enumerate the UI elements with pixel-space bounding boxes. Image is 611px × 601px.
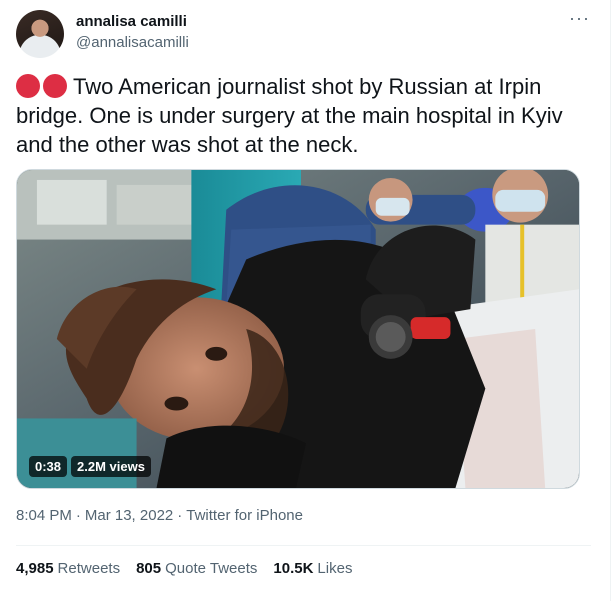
engagement-stats: 4,985 Retweets 805 Quote Tweets 10.5K Likes [16,560,368,577]
meta-separator: · [177,507,183,524]
video-player[interactable]: 0:38 2.2M views [16,169,580,489]
author-handle[interactable]: @annalisacamilli [76,34,189,51]
tweet-time[interactable]: 8:04 PM [16,507,72,524]
tweet-card: annalisa camilli @annalisacamilli ··· Tw… [0,0,611,601]
red-circle-icon [16,74,40,98]
author-display-name[interactable]: annalisa camilli [76,13,187,30]
retweets-stat[interactable]: 4,985 Retweets [16,560,120,577]
tweet-text: Two American journalist shot by Russian … [16,72,591,159]
video-badges: 0:38 2.2M views [29,456,151,477]
video-duration: 0:38 [29,456,68,477]
tweet-body: Two American journalist shot by Russian … [16,74,563,157]
video-frame [17,170,579,488]
red-circle-icon [43,74,67,98]
likes-stat[interactable]: 10.5K Likes [273,560,352,577]
divider [16,545,591,546]
tweet-date[interactable]: Mar 13, 2022 [85,507,173,524]
video-views: 2.2M views [71,456,151,477]
tweet-source[interactable]: Twitter for iPhone [186,507,303,524]
tweet-metadata: 8:04 PM · Mar 13, 2022 · Twitter for iPhone [16,507,303,524]
avatar[interactable] [16,10,64,58]
quote-tweets-stat[interactable]: 805 Quote Tweets [136,560,257,577]
meta-separator: · [75,507,81,524]
more-options-icon[interactable]: ··· [569,9,590,27]
